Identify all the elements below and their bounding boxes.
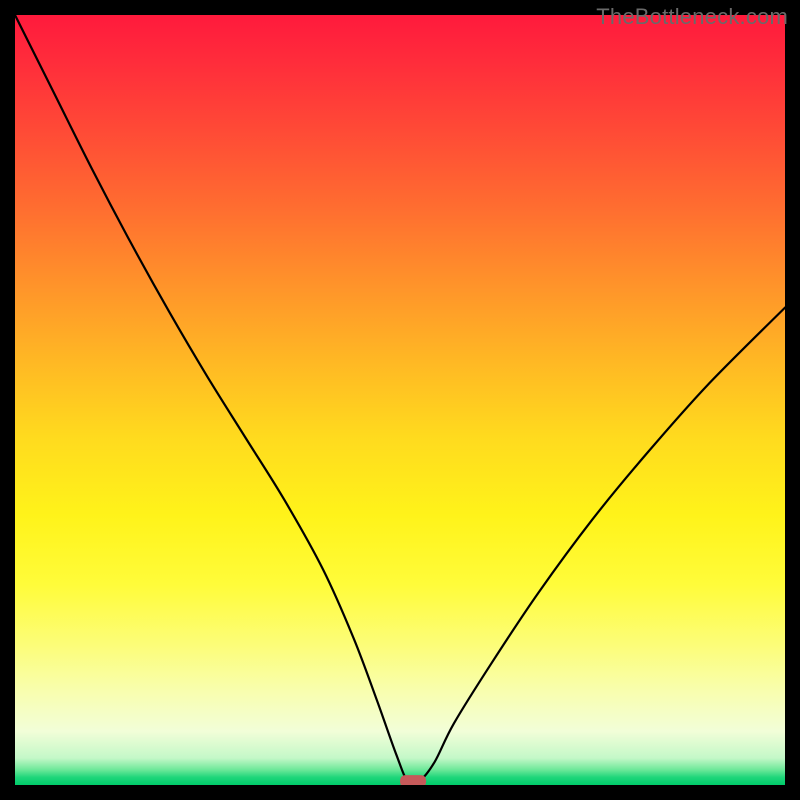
bottleneck-chart: TheBottleneck.com [0, 0, 800, 800]
plot-area [15, 15, 785, 785]
bottleneck-curve [15, 15, 785, 784]
watermark-text: TheBottleneck.com [596, 4, 788, 30]
curve-layer [15, 15, 785, 785]
optimal-marker [400, 775, 426, 785]
